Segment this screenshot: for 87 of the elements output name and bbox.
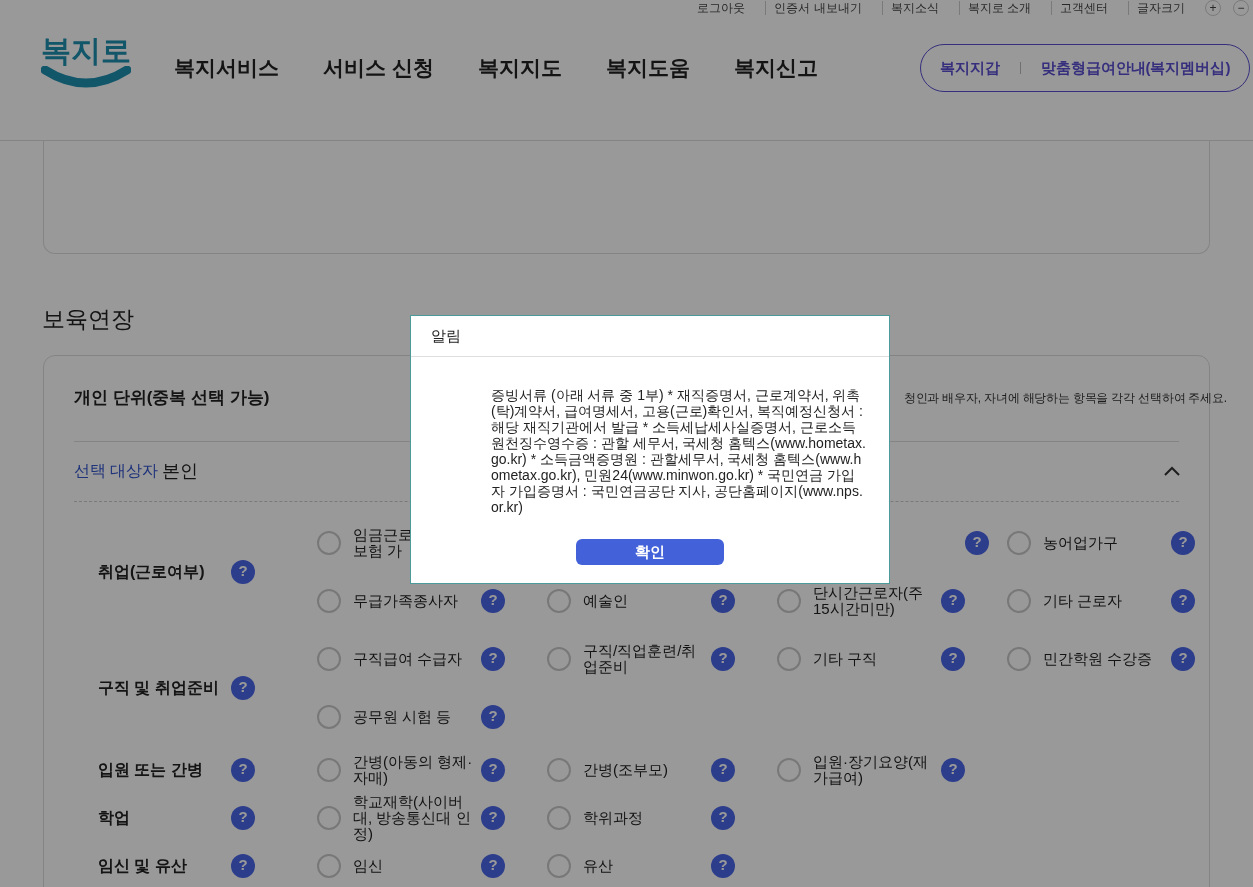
category-label: 취업(근로여부) bbox=[98, 561, 206, 582]
radio-button[interactable] bbox=[317, 805, 341, 830]
option-label: 예술인 bbox=[583, 592, 629, 609]
radio-button[interactable] bbox=[547, 588, 571, 613]
option-label: 임신 bbox=[353, 857, 384, 874]
top-link[interactable]: 인증서 내보내기 bbox=[765, 1, 870, 15]
option-label: 농어업가구 bbox=[1043, 534, 1119, 551]
panel-hint: 청인과 배우자, 자녀에 해당하는 항목을 각각 선택하여 주세요. bbox=[903, 390, 1227, 407]
option-label: 구직급여 수급자 bbox=[353, 650, 464, 667]
help-icon[interactable]: ? bbox=[481, 646, 505, 671]
radio-button[interactable] bbox=[777, 757, 801, 782]
radio-button[interactable] bbox=[547, 853, 571, 878]
option-label: 간병(조부모) bbox=[583, 761, 669, 778]
radio-button[interactable] bbox=[1007, 588, 1031, 613]
nav-item[interactable]: 서비스 신청 bbox=[323, 52, 434, 84]
help-icon[interactable]: ? bbox=[711, 805, 735, 830]
option-label: 기타 근로자 bbox=[1043, 592, 1124, 609]
help-icon[interactable]: ? bbox=[231, 853, 255, 878]
panel-title: 개인 단위(중복 선택 가능) bbox=[74, 387, 270, 410]
radio-button[interactable] bbox=[547, 805, 571, 830]
help-icon[interactable]: ? bbox=[481, 853, 505, 878]
radio-button[interactable] bbox=[317, 704, 341, 729]
help-icon[interactable]: ? bbox=[481, 588, 505, 613]
top-link[interactable]: 로그아웃 bbox=[689, 1, 754, 15]
radio-button[interactable] bbox=[317, 530, 341, 555]
help-icon[interactable]: ? bbox=[941, 757, 965, 782]
help-icon[interactable]: ? bbox=[231, 559, 255, 584]
nav-item[interactable]: 복지지도 bbox=[477, 52, 562, 84]
dialog-title: 알림 bbox=[431, 325, 461, 346]
top-link[interactable]: 복지소식 bbox=[881, 1, 947, 15]
radio-button[interactable] bbox=[1007, 530, 1031, 555]
option-label: 입원·장기요양(재가급여) bbox=[813, 753, 929, 786]
option-label: 민간학원 수강증 bbox=[1043, 650, 1154, 667]
top-link[interactable]: 글자크기 bbox=[1128, 1, 1193, 15]
help-icon[interactable]: ? bbox=[481, 757, 505, 782]
membership-link[interactable]: 맞춤형급여안내(복지멤버십) bbox=[1040, 56, 1231, 80]
option-label: 구직/직업훈련/취업준비 bbox=[583, 642, 698, 675]
category-label: 입원 또는 간병 bbox=[98, 759, 204, 780]
option-label: 공무원 시험 등 bbox=[353, 708, 453, 725]
help-icon[interactable]: ? bbox=[711, 757, 735, 782]
nav-item[interactable]: 복지신고 bbox=[733, 52, 818, 84]
radio-button[interactable] bbox=[777, 646, 801, 671]
nav-item[interactable]: 복지서비스 bbox=[174, 52, 279, 84]
help-icon[interactable]: ? bbox=[965, 530, 989, 555]
help-icon[interactable]: ? bbox=[1171, 588, 1195, 613]
help-icon[interactable]: ? bbox=[941, 588, 965, 613]
help-icon[interactable]: ? bbox=[481, 805, 505, 830]
help-icon[interactable]: ? bbox=[1171, 530, 1195, 555]
option-label: 무급가족종사자 bbox=[353, 592, 459, 609]
radio-button[interactable] bbox=[317, 588, 341, 613]
help-icon[interactable]: ? bbox=[711, 588, 735, 613]
confirm-button[interactable]: 확인 bbox=[576, 539, 724, 565]
help-icon[interactable]: ? bbox=[481, 704, 505, 729]
nav-item[interactable]: 복지도움 bbox=[605, 52, 690, 84]
target-value: 본인 bbox=[162, 459, 199, 483]
option-label: 임금근로 보험 가 bbox=[353, 526, 414, 559]
help-icon[interactable]: ? bbox=[711, 853, 735, 878]
logo[interactable]: 복지로 bbox=[40, 28, 132, 108]
chevron-up-icon[interactable] bbox=[1163, 465, 1181, 477]
category-label: 임신 및 유산 bbox=[98, 855, 188, 876]
top-link[interactable]: 복지로 소개 bbox=[958, 1, 1039, 15]
option-label: 유산 bbox=[583, 857, 614, 874]
dialog-message: 증빙서류 (아래 서류 중 1부) * 재직증명서, 근로계약서, 위촉(탁)계약서, 급여명세서, 고용(근로)확인서, 복직예정신청서 : 해당 재직기관에서 발급 * 소득세납세사실증명서, 근로소득원천징수영수증 : 관할 세무서, 국세청 홈텍스(www.hometax.go.kr) * 소득금액증명원 : 관할세무서, 국세청 홈텍스(www.hometax.go.kr), 민원24(www.minwon.go.kr) * 국민연금 가입자 가입증명서 : 국민연금공단 지사, 공단홈페이지(www.nps.or.kr) bbox=[491, 387, 867, 515]
top-link[interactable]: 고객센터 bbox=[1051, 1, 1116, 15]
radio-button[interactable] bbox=[547, 757, 571, 782]
radio-button[interactable] bbox=[317, 853, 341, 878]
help-icon[interactable]: ? bbox=[231, 757, 255, 782]
section-title: 보육연장 bbox=[42, 305, 134, 334]
target-label: 선택 대상자 bbox=[74, 461, 159, 481]
radio-button[interactable] bbox=[547, 646, 571, 671]
option-label: 기타 구직 bbox=[813, 650, 879, 667]
radio-button[interactable] bbox=[317, 757, 341, 782]
help-icon[interactable]: ? bbox=[231, 805, 255, 830]
option-label: 단시간근로자(주 15시간미만) bbox=[813, 584, 924, 617]
option-label: 학위과정 bbox=[583, 809, 644, 826]
option-label: 학교재학(사이버대, 방송통신대 인정) bbox=[353, 793, 472, 842]
help-icon[interactable]: ? bbox=[711, 646, 735, 671]
help-icon[interactable]: ? bbox=[231, 675, 255, 700]
category-label: 구직 및 취업준비 bbox=[98, 677, 220, 698]
radio-button[interactable] bbox=[1007, 646, 1031, 671]
help-icon[interactable]: ? bbox=[1171, 646, 1195, 671]
wallet-link[interactable]: 복지지갑 bbox=[939, 56, 1000, 80]
option-label: 간병(아동의 형제·자매) bbox=[353, 753, 474, 786]
radio-button[interactable] bbox=[777, 588, 801, 613]
radio-button[interactable] bbox=[317, 646, 341, 671]
category-label: 학업 bbox=[98, 807, 131, 828]
help-icon[interactable]: ? bbox=[941, 646, 965, 671]
